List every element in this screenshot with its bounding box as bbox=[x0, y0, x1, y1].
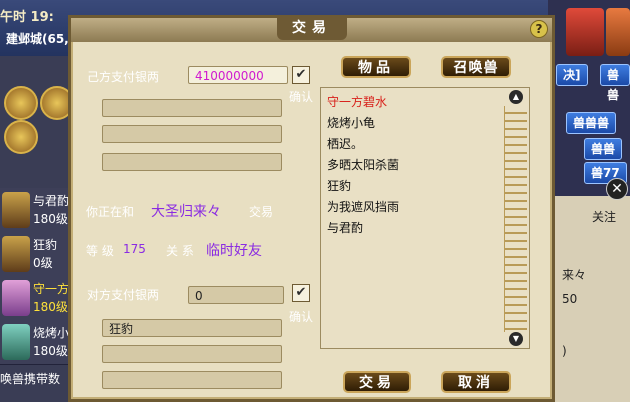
pet-list-item[interactable]: 多晒太阳杀菌 bbox=[321, 155, 529, 176]
pet-list-item[interactable]: 守一方碧水 bbox=[321, 92, 529, 113]
other-item-slot[interactable]: 狂豹 bbox=[102, 319, 282, 337]
other-confirm-checkbox: ✔ bbox=[292, 284, 310, 302]
other-pay-label: 对方支付银两 bbox=[87, 288, 160, 302]
trading-with-prefix: 你正在和 bbox=[86, 205, 135, 219]
pet-level: 0级 bbox=[33, 256, 53, 270]
partner-name: 大圣归来々 bbox=[151, 204, 221, 220]
pet-avatar bbox=[2, 236, 30, 272]
tab-items[interactable]: 物品 bbox=[341, 56, 411, 78]
pet-list-item[interactable]: 狂豹 bbox=[321, 176, 529, 197]
scroll-down-icon[interactable]: ▼ bbox=[509, 332, 523, 346]
paren-fragment: ) bbox=[562, 344, 567, 358]
skill-icon[interactable] bbox=[4, 86, 38, 120]
pet-list-item[interactable]: 为我遮风挡雨 bbox=[321, 197, 529, 218]
trading-with-suffix: 交易 bbox=[249, 205, 274, 219]
cancel-button[interactable]: 取消 bbox=[441, 371, 511, 393]
partner-level: 175 bbox=[123, 242, 146, 256]
own-confirm-checkbox[interactable]: ✔ bbox=[292, 66, 310, 84]
pet-avatar bbox=[2, 280, 30, 316]
own-pay-label: 己方支付银两 bbox=[87, 70, 160, 84]
pet-level: 180级 bbox=[33, 300, 68, 314]
right-tab[interactable]: 兽兽兽 bbox=[566, 112, 617, 134]
other-item-slot[interactable] bbox=[102, 371, 282, 389]
pet-avatar bbox=[2, 324, 30, 360]
menu-icon[interactable] bbox=[4, 120, 38, 154]
own-item-slot[interactable] bbox=[102, 153, 282, 171]
pet-carry-label: 唤兽携带数 bbox=[0, 372, 61, 386]
pet-name: 烧烤小 bbox=[33, 326, 70, 340]
tab-pets[interactable]: 召唤兽 bbox=[441, 56, 511, 78]
pet-list[interactable]: ▲ ▼ 守一方碧水 烧烤小龟 栖迟。 多晒太阳杀菌 狂豹 为我遮风挡雨 与君酌 bbox=[320, 87, 530, 349]
follow-label[interactable]: 关注 bbox=[592, 208, 616, 225]
pet-list-item[interactable]: 与君酌 bbox=[321, 218, 529, 239]
other-pay-value: 0 bbox=[188, 286, 284, 304]
help-icon[interactable]: ? bbox=[530, 20, 548, 38]
own-pay-input[interactable]: 410000000 bbox=[188, 66, 288, 84]
pet-name: 与君酌 bbox=[33, 194, 70, 208]
character-portrait[interactable] bbox=[566, 8, 604, 56]
pet-avatar bbox=[2, 192, 30, 228]
character-portrait[interactable] bbox=[606, 8, 630, 56]
other-item-slot[interactable] bbox=[102, 345, 282, 363]
close-icon[interactable]: ✕ bbox=[606, 178, 628, 200]
trade-dialog: 交易 ? 己方支付银两 410000000 ✔ 确认 你正在和 大圣归来々 交易… bbox=[68, 15, 555, 402]
pet-detail-panel: 关注 来々 50 ) bbox=[548, 196, 630, 402]
name-fragment: 来々 bbox=[562, 268, 587, 282]
relation-label: 关 系 bbox=[166, 244, 194, 258]
right-tab[interactable]: 兽兽 bbox=[600, 64, 630, 102]
level-label: 等 级 bbox=[86, 244, 114, 258]
other-confirm-label: 确认 bbox=[289, 310, 314, 324]
right-tab[interactable]: 兽兽 bbox=[584, 138, 623, 160]
partner-relation: 临时好友 bbox=[206, 243, 262, 259]
number-fragment: 50 bbox=[562, 292, 578, 306]
pet-list-item[interactable]: 烧烤小龟 bbox=[321, 113, 529, 134]
pet-name: 狂豹 bbox=[33, 238, 58, 252]
dialog-title: 交易 bbox=[277, 16, 347, 40]
pet-level: 180级 bbox=[33, 212, 68, 226]
trade-button[interactable]: 交易 bbox=[343, 371, 411, 393]
right-tab[interactable]: 决] bbox=[556, 64, 588, 86]
current-location: 建邺城(65, bbox=[6, 32, 69, 46]
own-confirm-label: 确认 bbox=[289, 90, 314, 104]
own-item-slot[interactable] bbox=[102, 125, 282, 143]
pet-name: 守一方 bbox=[33, 282, 70, 296]
pet-list-item[interactable]: 栖迟。 bbox=[321, 134, 529, 155]
pet-level: 180级 bbox=[33, 344, 68, 358]
own-item-slot[interactable] bbox=[102, 99, 282, 117]
